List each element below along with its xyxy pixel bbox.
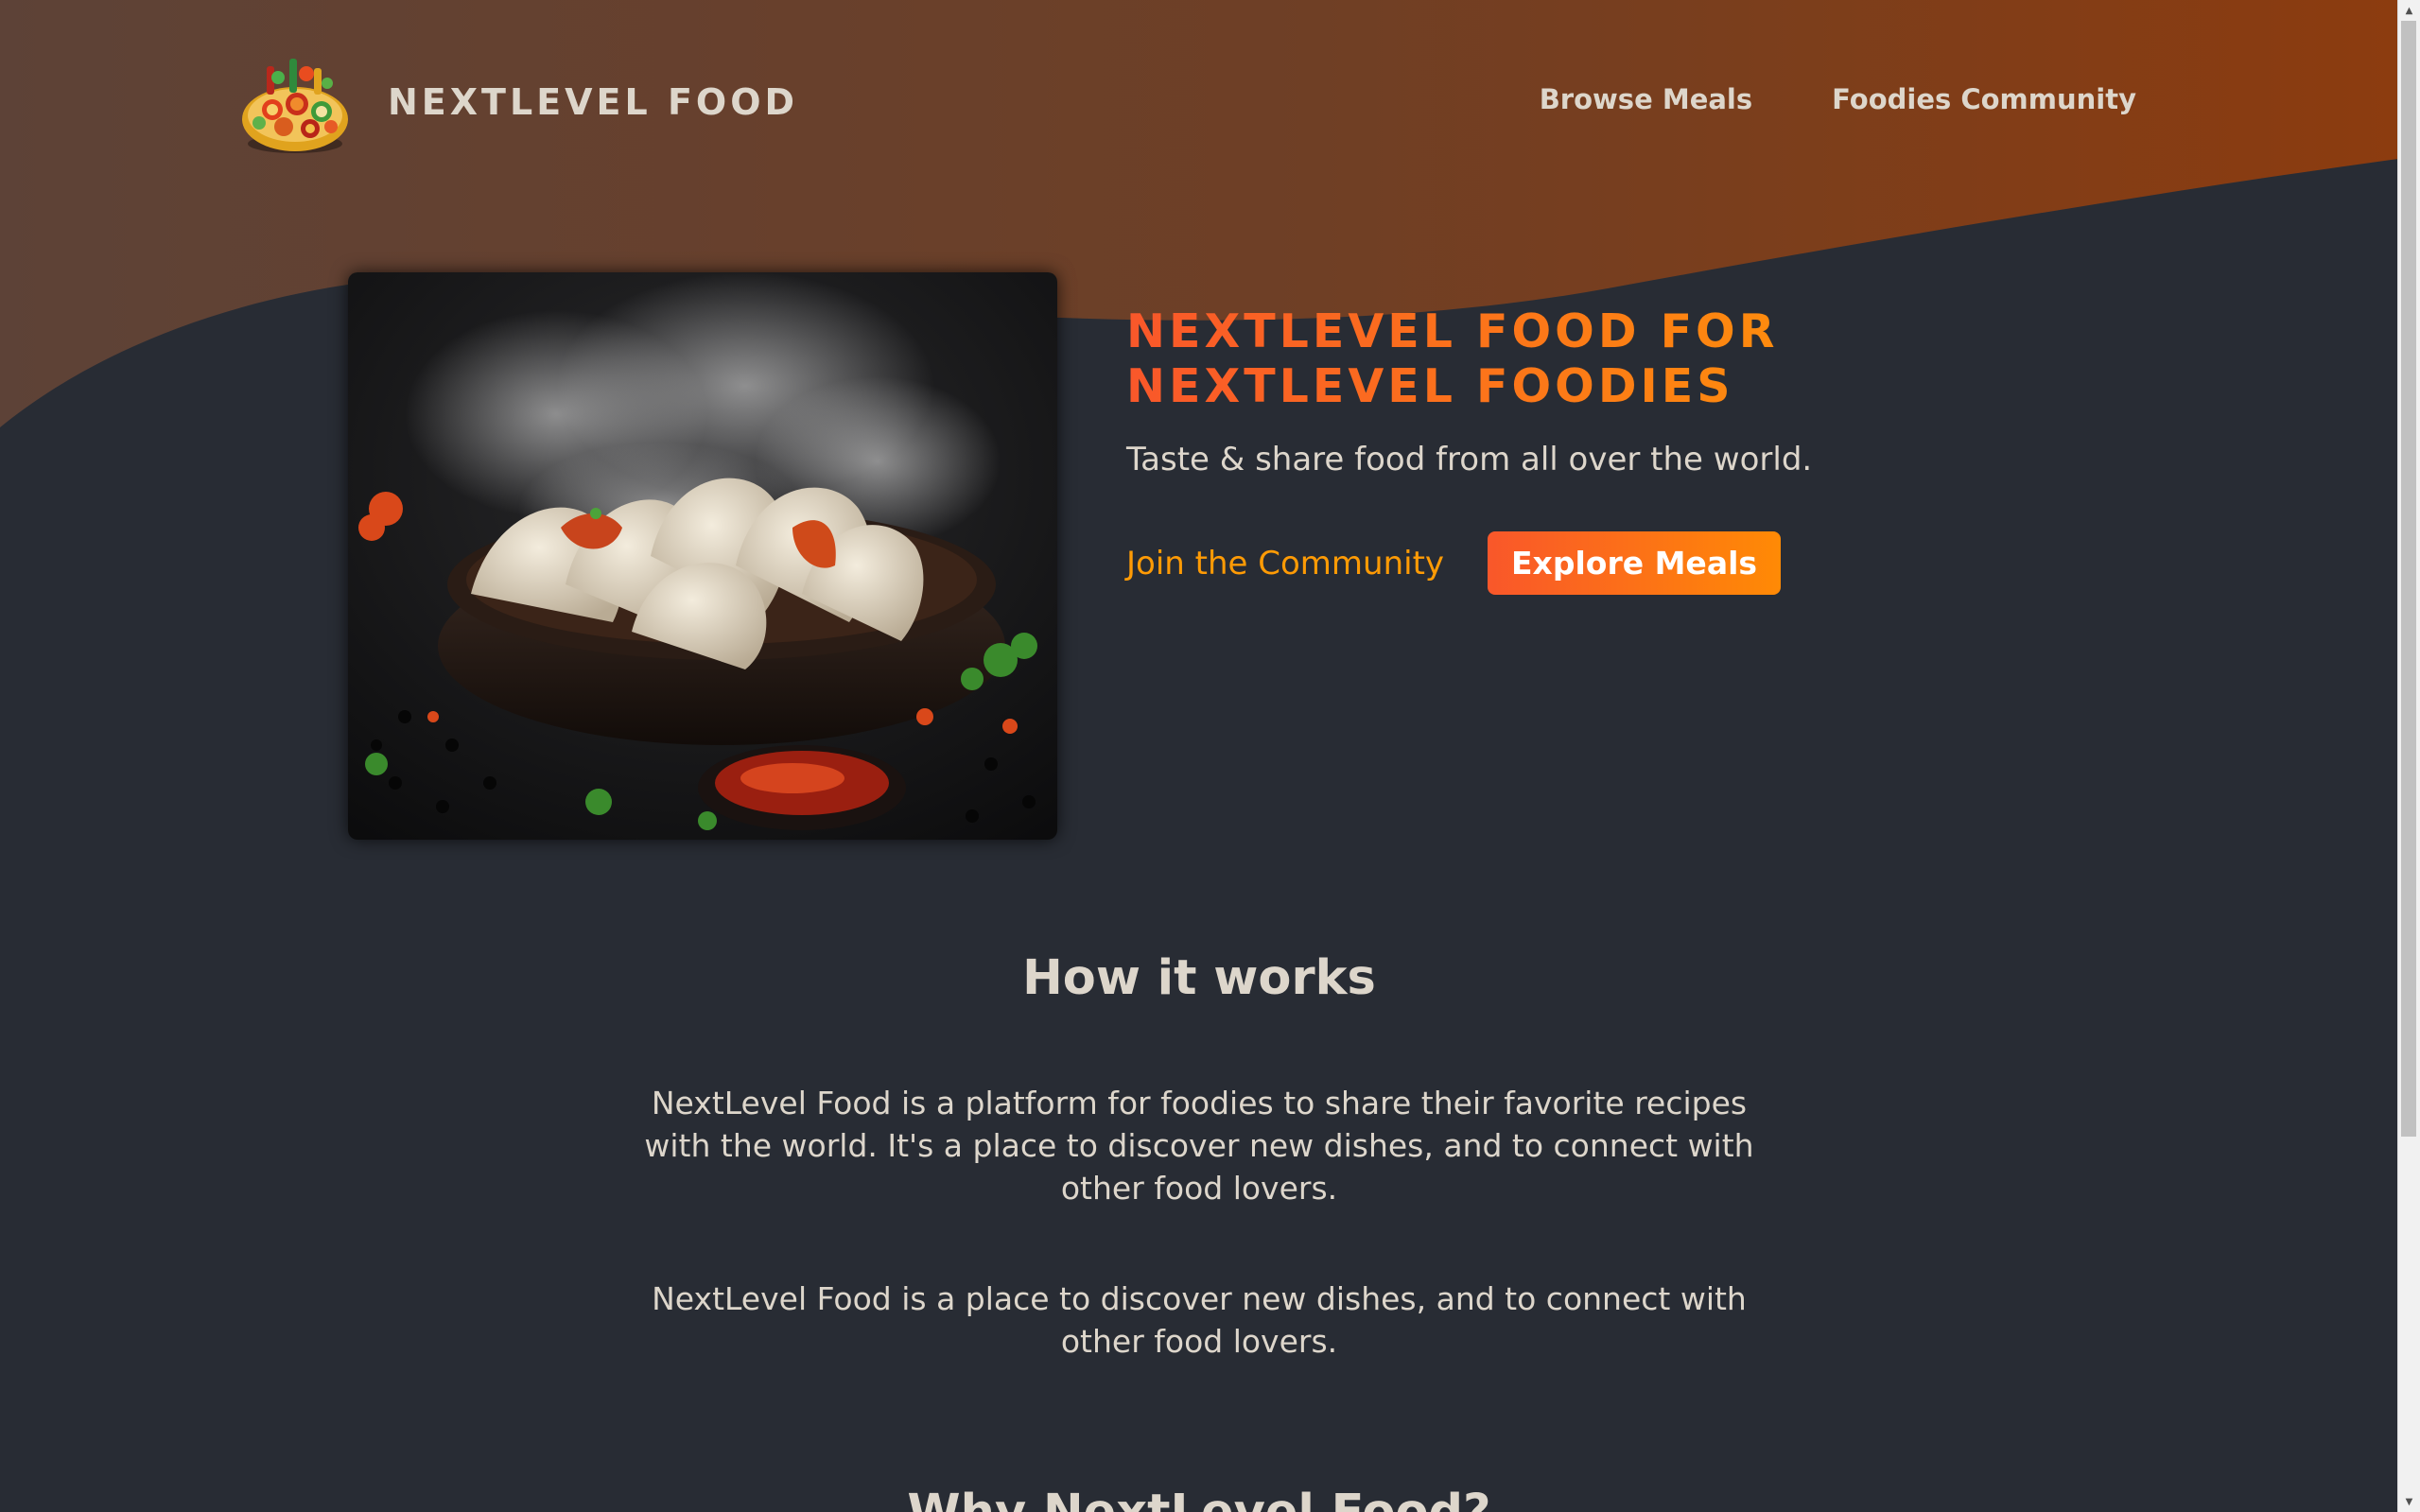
main-header: NEXTLEVEL FOOD Browse Meals Foodies Comm… xyxy=(0,0,2398,203)
how-it-works-heading: How it works xyxy=(1022,950,1376,1006)
logo-link[interactable]: NEXTLEVEL FOOD xyxy=(238,47,798,156)
hero-title-line2: NEXTLEVEL FOODIES xyxy=(1126,359,1734,413)
scroll-up-arrow-icon[interactable]: ▲ xyxy=(2398,0,2420,21)
hero-title: NEXTLEVEL FOOD FOR NEXTLEVEL FOODIES xyxy=(1126,304,1977,414)
main-nav: Browse Meals Foodies Community xyxy=(1540,83,2136,115)
why-section-heading: Why NextLevel Food? xyxy=(0,1485,2398,1512)
logo-food-plate-icon xyxy=(242,59,348,153)
vertical-scrollbar[interactable]: ▲ ▼ xyxy=(2397,0,2420,1512)
logo-text: NEXTLEVEL FOOD xyxy=(388,80,799,123)
how-it-works-paragraph-1: NextLevel Food is a platform for foodies… xyxy=(644,1085,1754,1207)
hero-content: NEXTLEVEL FOOD FOR NEXTLEVEL FOODIES Tas… xyxy=(1126,304,1977,595)
nav-browse-meals[interactable]: Browse Meals xyxy=(1540,83,1752,115)
how-it-works-section: How it works NextLevel Food is a platfor… xyxy=(0,950,2398,1363)
hero-cta-group: Join the Community Explore Meals xyxy=(1126,531,1977,595)
join-community-link[interactable]: Join the Community xyxy=(1126,545,1444,582)
why-section: Why NextLevel Food? xyxy=(0,1485,2398,1512)
explore-meals-button[interactable]: Explore Meals xyxy=(1488,531,1782,595)
page: NEXTLEVEL FOOD Browse Meals Foodies Comm… xyxy=(0,0,2420,1512)
hero-title-line1: NEXTLEVEL FOOD FOR xyxy=(1126,304,1779,358)
scroll-down-arrow-icon[interactable]: ▼ xyxy=(2398,1491,2420,1512)
scrollbar-thumb[interactable] xyxy=(2401,21,2416,1137)
hero-image-dumplings xyxy=(348,272,1057,840)
hero-subtitle: Taste & share food from all over the wor… xyxy=(1126,441,1813,478)
how-it-works-paragraph-2: NextLevel Food is a place to discover ne… xyxy=(652,1280,1747,1360)
nav-foodies-community[interactable]: Foodies Community xyxy=(1832,83,2136,115)
